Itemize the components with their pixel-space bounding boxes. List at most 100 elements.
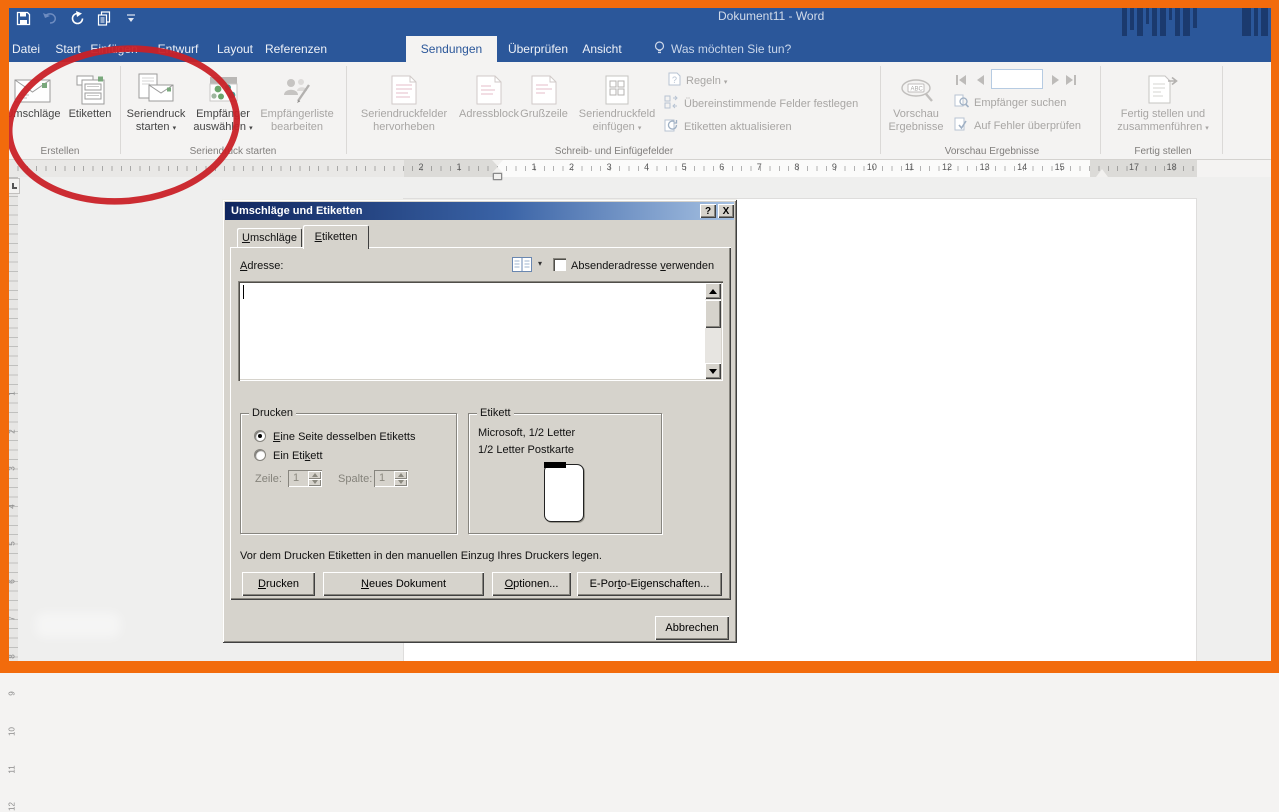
quick-access-toolbar <box>14 9 140 27</box>
printer-note: Vor dem Drucken Etiketten in den manuell… <box>240 550 602 562</box>
ein-etikett-radio[interactable] <box>254 449 266 461</box>
ruler-number: 13 <box>980 162 990 172</box>
fertig-label-line2: zusammenführen ▾ <box>1117 121 1209 134</box>
adresse-textarea[interactable] <box>238 281 723 381</box>
first-record-button <box>954 72 968 88</box>
ruler-number: 3 <box>607 162 612 172</box>
dialog-title-bar[interactable]: Umschläge und Etiketten <box>225 202 734 220</box>
drucken-button[interactable]: Drucken <box>242 572 315 596</box>
address-book-icon[interactable] <box>510 255 534 273</box>
hervorheben-label-line2: hervorheben <box>373 121 435 134</box>
empfaengerliste-bearbeiten-button: Empfängerliste bearbeiten <box>258 66 336 152</box>
fertig-stellen-button: Fertig stellen und zusammenführen ▾ <box>1104 66 1222 152</box>
tab-referenzen[interactable]: Referenzen <box>264 36 328 62</box>
vorschau-ergebnisse-button: ABC Vorschau Ergebnisse <box>886 66 946 152</box>
frame-right <box>1271 0 1279 673</box>
empfaengerliste-label-line1: Empfängerliste <box>260 108 333 121</box>
address-block-icon <box>476 66 502 108</box>
vorschau-label-line1: Vorschau <box>893 108 939 121</box>
group-divider <box>880 66 881 154</box>
scroll-down-button[interactable] <box>705 363 721 379</box>
absenderadresse-label: Absenderadresse verwenden <box>571 260 714 272</box>
ruler-number: 7 <box>757 162 762 172</box>
vertical-scrollbar[interactable] <box>705 283 721 379</box>
ein-etikett-label: Ein Etikett <box>273 450 323 462</box>
group-divider <box>120 66 121 154</box>
customize-qat-icon[interactable] <box>122 9 140 27</box>
grusszeile-label: Grußzeile <box>520 108 568 121</box>
ruler-number: 5 <box>682 162 687 172</box>
drucken-groupbox: Drucken Eine Seite desselben Etiketts Ei… <box>240 413 457 534</box>
ribbon-tab-row: Datei Start Einfügen Entwurf Layout Refe… <box>0 36 1279 62</box>
left-indent-marker[interactable] <box>493 173 502 180</box>
preview-results-icon: ABC <box>898 66 934 108</box>
ribbon: Umschläge Etiketten Erstellen Seriendruc… <box>0 62 1279 160</box>
tab-layout[interactable]: Layout <box>210 36 260 62</box>
regeln-button: ? Regeln ▾ <box>668 72 727 89</box>
scrollbar-thumb[interactable] <box>705 300 721 328</box>
drucken-legend: Drucken <box>249 407 296 419</box>
group-label-erstellen: Erstellen <box>0 146 120 157</box>
abbrechen-button[interactable]: Abbrechen <box>655 616 729 640</box>
highlight-merge-fields-icon <box>391 66 417 108</box>
umschlaege-button[interactable]: Umschläge <box>4 66 62 152</box>
record-number-input[interactable] <box>991 69 1043 89</box>
copy-icon[interactable] <box>95 9 113 27</box>
tell-me-box[interactable]: Was möchten Sie tun? <box>654 36 791 62</box>
hervorheben-label-line1: Seriendruckfelder <box>361 108 447 121</box>
group-divider <box>1100 66 1101 154</box>
label-preview-image <box>544 464 584 522</box>
close-icon[interactable]: X <box>718 204 734 218</box>
finish-merge-icon <box>1146 66 1180 108</box>
seriendruck-starten-button[interactable]: Seriendruck starten ▾ <box>124 66 188 152</box>
umschlaege-und-etiketten-dialog: Umschläge und Etiketten ? X Umschläge Et… <box>222 199 737 643</box>
ruler-number: 12 <box>8 802 17 812</box>
empfaenger-auswaehlen-button[interactable]: Empfänger auswählen ▾ <box>190 66 256 152</box>
eine-seite-radio[interactable] <box>254 430 266 442</box>
scroll-up-button[interactable] <box>705 283 721 299</box>
seriendruckfelder-hervorheben-button: Seriendruckfelder hervorheben <box>350 66 458 152</box>
svg-text:?: ? <box>672 75 677 85</box>
empfaenger-label-line2: auswählen ▾ <box>193 121 252 134</box>
ruler-number: 2 <box>418 162 423 172</box>
tab-datei[interactable]: Datei <box>6 36 46 62</box>
horizontal-ruler: 21 123456789101112131415 1718 <box>8 160 1197 177</box>
frame-bottom <box>0 661 1279 673</box>
absenderadresse-checkbox[interactable] <box>553 258 566 271</box>
group-divider <box>346 66 347 154</box>
tab-umschlaege-dialog[interactable]: Umschläge <box>237 228 302 248</box>
tab-sendungen[interactable]: Sendungen <box>406 36 497 62</box>
redo-icon[interactable] <box>68 9 86 27</box>
ruler-number: 1 <box>456 162 461 172</box>
ruler-number: 9 <box>832 162 837 172</box>
address-book-dropdown-icon[interactable]: ▾ <box>538 259 542 268</box>
svg-text:ABC: ABC <box>911 87 924 93</box>
ruler-number: 10 <box>8 726 17 736</box>
tab-ueberpruefen[interactable]: Überprüfen <box>503 36 573 62</box>
eporto-eigenschaften-button[interactable]: E-Porto-Eigenschaften... <box>577 572 722 596</box>
fertig-label-line1: Fertig stellen und <box>1121 108 1205 121</box>
neues-dokument-button[interactable]: Neues Dokument <box>323 572 484 596</box>
tab-entwurf[interactable]: Entwurf <box>152 36 204 62</box>
dialog-title: Umschläge und Etiketten <box>231 205 362 217</box>
vertical-ruler: 123456789101112 <box>8 177 18 665</box>
auf-fehler-ueberpruefen-button: Auf Fehler überprüfen <box>954 117 1081 134</box>
last-record-button <box>1064 72 1078 88</box>
uebereinstimmende-felder-button: Übereinstimmende Felder festlegen <box>664 95 858 112</box>
grusszeile-button: Grußzeile <box>521 66 567 152</box>
tab-stop-selector[interactable] <box>8 178 20 194</box>
ruler-number: 17 <box>1129 162 1139 172</box>
etiketten-label: Etiketten <box>69 108 112 121</box>
save-icon[interactable] <box>14 9 32 27</box>
empfaenger-label-line1: Empfänger <box>196 108 250 121</box>
tab-etiketten-dialog[interactable]: Etiketten <box>303 225 369 249</box>
zeile-label: Zeile: <box>255 473 282 485</box>
optionen-button[interactable]: Optionen... <box>492 572 571 596</box>
window-title: Dokument11 - Word <box>718 9 824 23</box>
tab-ansicht[interactable]: Ansicht <box>578 36 626 62</box>
group-label-schreib: Schreib- und Einfügefelder <box>350 146 878 157</box>
tab-einfuegen[interactable]: Einfügen <box>88 36 140 62</box>
etiketten-button[interactable]: Etiketten <box>64 66 116 152</box>
tab-start[interactable]: Start <box>48 36 88 62</box>
help-button[interactable]: ? <box>700 204 716 218</box>
